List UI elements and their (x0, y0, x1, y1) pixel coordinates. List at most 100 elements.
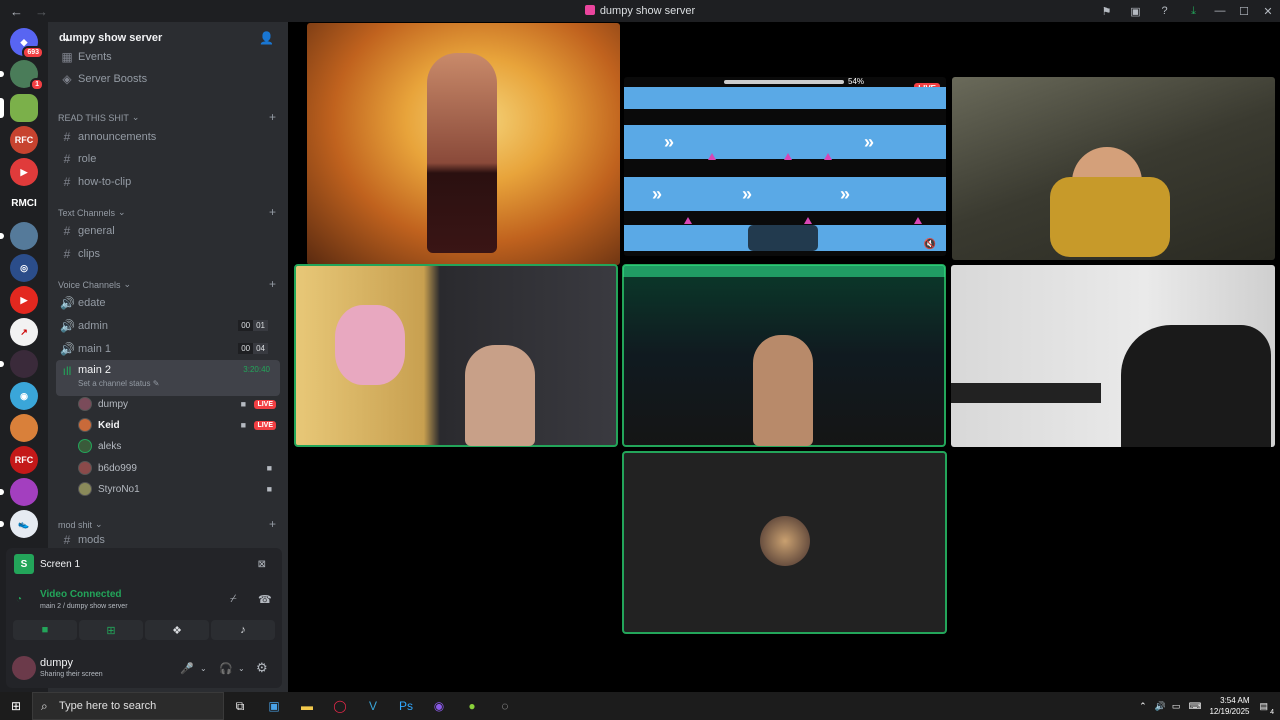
channel-role[interactable]: # role (56, 148, 280, 169)
server-icon-7[interactable]: ▶ (10, 286, 38, 314)
voice-user-styrono1[interactable]: StyroNo1 ■ (78, 479, 278, 499)
category-text-channels[interactable]: Text Channels ⌄ (58, 207, 126, 218)
voice-user-aleks[interactable]: aleks (78, 436, 278, 456)
video-tile-webcam-4[interactable] (951, 265, 1275, 447)
video-tile-webcam-3[interactable] (622, 264, 946, 447)
notification-icon[interactable]: ▤ 4 (1259, 701, 1274, 716)
server-icon-11[interactable] (10, 414, 38, 442)
noise-suppression-icon[interactable]: ⌿ (230, 593, 237, 606)
chevron-down-icon[interactable]: ⌄ (238, 664, 245, 673)
headphones-icon[interactable]: 🎧 (219, 662, 233, 675)
discord-taskbar-icon[interactable]: ◉ (423, 692, 455, 720)
clock[interactable]: 3:54 AM 12/19/2025 (1209, 695, 1249, 717)
server-icon-1[interactable]: 1 (0, 60, 44, 91)
voice-channel-admin[interactable]: 🔊 admin 00 01 (56, 315, 280, 336)
server-icon-6[interactable]: ◎ (10, 254, 38, 282)
title-bar: ← → dumpy show server ⚑ ▣ ? ⤓ — ☐ ✕ (0, 0, 1280, 22)
server-icon-4[interactable]: ▶ (10, 158, 38, 186)
forward-arrow-icon[interactable]: → (35, 4, 48, 19)
create-channel-icon[interactable]: + (269, 205, 276, 219)
category-read-this[interactable]: READ THIS SHIT ⌄ (58, 112, 139, 123)
screen-share-button[interactable]: ⊞ (79, 620, 143, 640)
video-tile-game-stream[interactable]: 54% LIVE » » » » » 🔇 (624, 77, 946, 256)
maximize-button[interactable]: ☐ (1232, 5, 1256, 18)
person-silhouette (465, 345, 535, 446)
download-icon[interactable]: ⤓ (1179, 5, 1208, 18)
disconnect-icon[interactable]: ☎ (258, 593, 272, 606)
video-tile-fire[interactable] (307, 23, 620, 265)
create-channel-icon[interactable]: + (269, 277, 276, 291)
minimize-button[interactable]: — (1208, 5, 1232, 17)
taskbar-search[interactable]: ⌕ Type here to search (32, 692, 224, 720)
camera-icon: ■ (266, 484, 272, 494)
muted-speaker-icon[interactable]: 🔇 (924, 239, 936, 250)
opera-icon[interactable]: ◯ (324, 692, 356, 720)
server-icon-12[interactable]: RFC (10, 446, 38, 474)
camera-button[interactable]: ■ (13, 620, 77, 640)
file-explorer-icon[interactable]: ▬ (291, 692, 323, 720)
inbox-icon[interactable]: ⚑ (1092, 5, 1121, 18)
voice-user-dumpy[interactable]: dumpy ■ LIVE (78, 394, 278, 414)
mention-badge: 1 (30, 78, 44, 91)
invite-people-icon[interactable]: 👤 (259, 31, 274, 45)
stop-stream-icon[interactable]: ⊠ (258, 559, 266, 570)
chevron-up-icon[interactable]: ⌃ (1139, 701, 1147, 712)
home-button[interactable]: ◆ 693 (10, 28, 44, 59)
channel-status[interactable]: Set a channel status ✎ (78, 379, 159, 388)
unread-pip (0, 361, 4, 367)
channel-announcements[interactable]: # announcements (56, 126, 280, 147)
server-icon-13[interactable] (0, 478, 38, 506)
chevron-down-icon: ⌄ (118, 207, 126, 217)
activities-button[interactable]: ❖ (145, 620, 209, 640)
channel-general[interactable]: # general (56, 220, 280, 241)
camera-icon: ■ (266, 463, 272, 473)
channel-clips[interactable]: # clips (56, 243, 280, 264)
channel-how-to-clip[interactable]: # how-to-clip (56, 171, 280, 192)
server-icon-2[interactable] (0, 94, 38, 122)
language-icon[interactable]: ⌨ (1188, 701, 1201, 712)
category-mod[interactable]: mod shit ⌄ (58, 519, 103, 530)
create-channel-icon[interactable]: + (269, 110, 276, 124)
photoshop-icon[interactable]: Ps (390, 692, 422, 720)
voice-user-keid[interactable]: Keid ■ LIVE (78, 415, 278, 435)
visual-studio-icon[interactable]: V (357, 692, 389, 720)
events-item[interactable]: ▦ Events (56, 46, 280, 67)
category-voice-channels[interactable]: Voice Channels ⌄ (58, 279, 131, 290)
voice-user-b6do999[interactable]: b6do999 ■ (78, 458, 278, 478)
channel-mods[interactable]: # mods (56, 533, 280, 547)
video-tile-webcam-1[interactable] (952, 77, 1275, 260)
video-tile-webcam-2[interactable] (294, 264, 618, 447)
server-icon-14[interactable]: 👟 (0, 510, 38, 538)
create-channel-icon[interactable]: + (269, 517, 276, 531)
voice-channel-main-1[interactable]: 🔊 main 1 00 04 (56, 338, 280, 359)
server-icon-8[interactable]: ↗ (10, 318, 38, 346)
server-icon-10[interactable]: ◉ (10, 382, 38, 410)
video-tile-avatar-only[interactable] (622, 451, 947, 634)
person-silhouette (1121, 325, 1271, 447)
soundboard-button[interactable]: ♪ (211, 620, 275, 640)
voice-channel-main-2[interactable]: ıll main 2 Set a channel status ✎ 3:20:4… (56, 360, 280, 396)
microphone-icon[interactable]: 🎤 (180, 662, 194, 675)
settings-gear-icon[interactable]: ⚙ (256, 660, 268, 676)
back-arrow-icon[interactable]: ← (10, 4, 23, 19)
progress-text: 54% (848, 77, 865, 86)
voice-channel-edate[interactable]: 🔊 edate (56, 292, 280, 313)
help-icon[interactable]: ? (1150, 5, 1179, 17)
app-icon-2[interactable]: ● (456, 692, 488, 720)
volume-icon[interactable]: 🔊 (1155, 701, 1166, 712)
server-text-rmci[interactable]: RMCI (8, 198, 40, 209)
server-icon-3[interactable]: RFC (10, 126, 38, 154)
server-icon-5[interactable] (0, 222, 38, 250)
windows-start-icon[interactable]: ⊞ (0, 692, 32, 720)
app-icon-3[interactable]: ◌ (489, 692, 521, 720)
network-icon[interactable]: ▭ (1172, 701, 1181, 712)
screen-icon[interactable]: ▣ (1121, 5, 1150, 18)
chevron-down-icon[interactable]: ⌄ (200, 664, 207, 673)
server-icon-9[interactable] (0, 350, 38, 378)
server-boosts-item[interactable]: ◈ Server Boosts (56, 68, 280, 89)
task-view-icon[interactable]: ⧉ (224, 692, 256, 720)
avatar[interactable] (12, 656, 36, 680)
app-icon-1[interactable]: ▣ (258, 692, 290, 720)
stream-preview-row[interactable]: S Screen 1 ⊠ (14, 554, 274, 574)
close-button[interactable]: ✕ (1256, 5, 1280, 18)
